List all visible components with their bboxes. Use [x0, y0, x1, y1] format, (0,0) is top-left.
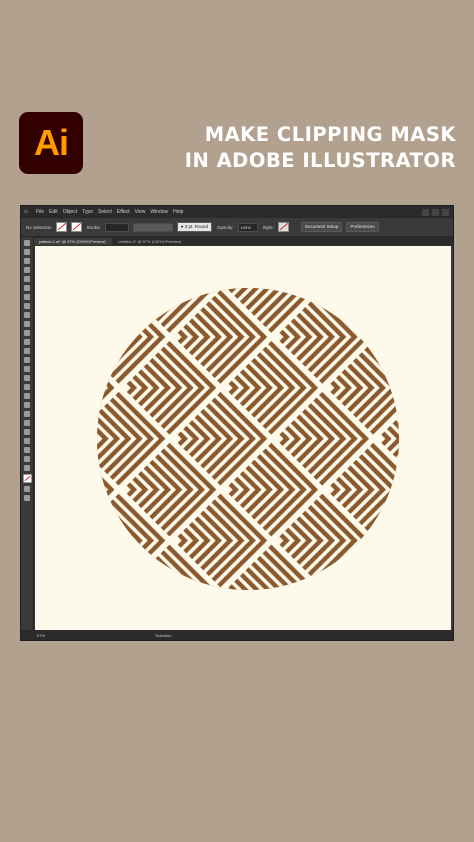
menu-object[interactable]: Object [63, 209, 77, 215]
brush-definition-button[interactable]: ● 3 pt. Round [176, 222, 213, 232]
curvature-tool-icon[interactable] [24, 276, 30, 282]
menu-window[interactable]: Window [150, 209, 168, 215]
stroke-label: Stroke: [86, 224, 101, 230]
tab-untitled-document[interactable]: Untitled-2* @ 67% (CMYK/Preview) [112, 238, 188, 245]
document-setup-button[interactable]: Document Setup [300, 222, 343, 232]
paintbrush-tool-icon[interactable] [24, 312, 30, 318]
maximize-icon[interactable] [432, 208, 439, 216]
current-tool-status: Selection [155, 632, 172, 638]
type-tool-icon[interactable] [24, 285, 30, 291]
menu-view[interactable]: View [135, 209, 146, 215]
free-transform-tool-icon[interactable] [24, 366, 30, 372]
menu-type[interactable]: Type [82, 209, 93, 215]
eraser-tool-icon[interactable] [24, 330, 30, 336]
menu-select[interactable]: Select [98, 209, 112, 215]
screen-mode-icon[interactable] [24, 495, 30, 501]
menu-help[interactable]: Help [173, 209, 183, 215]
document-tabs: pattern-1.ai* @ 67% (CMYK/Preview) Untit… [33, 237, 453, 245]
menu-file[interactable]: File [36, 209, 44, 215]
zoom-tool-icon[interactable] [24, 465, 30, 471]
style-label: Style: [262, 224, 274, 230]
artboard[interactable] [35, 246, 451, 630]
line-tool-icon[interactable] [24, 294, 30, 300]
blend-tool-icon[interactable] [24, 420, 30, 426]
menu-effect[interactable]: Effect [117, 209, 130, 215]
shape-builder-tool-icon[interactable] [24, 375, 30, 381]
logo-text: Ai [34, 122, 69, 163]
magic-wand-tool-icon[interactable] [24, 258, 30, 264]
gradient-tool-icon[interactable] [24, 402, 30, 408]
illustrator-window: ⌂ File Edit Object Type Select Effect Vi… [20, 205, 454, 641]
tools-panel [21, 237, 34, 630]
selection-status: No Selection [26, 224, 52, 230]
zoom-level[interactable]: 67% [37, 633, 45, 638]
preferences-button[interactable]: Preferences [346, 222, 379, 232]
clipped-pattern-artwork[interactable] [35, 246, 451, 630]
minimize-icon[interactable] [422, 208, 429, 216]
status-bar: 67% Selection [21, 630, 453, 640]
stroke-swatch[interactable] [70, 222, 82, 232]
home-icon[interactable]: ⌂ [21, 209, 31, 215]
tab-pattern-document[interactable]: pattern-1.ai* @ 67% (CMYK/Preview) [33, 238, 112, 245]
drawing-modes-icon[interactable] [24, 486, 30, 492]
pencil-tool-icon[interactable] [24, 321, 30, 327]
menu-edit[interactable]: Edit [49, 209, 58, 215]
headline-line-2: IN ADOBE ILLUSTRATOR [184, 149, 456, 172]
menu-bar: ⌂ File Edit Object Type Select Effect Vi… [21, 206, 453, 218]
fill-swatch[interactable] [55, 222, 67, 232]
stroke-weight-field[interactable] [104, 222, 129, 232]
close-icon[interactable] [442, 208, 449, 216]
variable-width-field[interactable] [132, 222, 173, 232]
opacity-field[interactable]: 100% [237, 222, 258, 232]
perspective-grid-tool-icon[interactable] [24, 384, 30, 390]
window-controls [422, 208, 449, 216]
opacity-label: Opacity: [217, 224, 234, 230]
hand-tool-icon[interactable] [24, 456, 30, 462]
direct-selection-tool-icon[interactable] [24, 249, 30, 255]
eyedropper-tool-icon[interactable] [24, 411, 30, 417]
width-tool-icon[interactable] [24, 357, 30, 363]
control-bar: No Selection Stroke: ● 3 pt. Round Opaci… [21, 218, 453, 237]
artboard-tool-icon[interactable] [24, 447, 30, 453]
symbol-sprayer-tool-icon[interactable] [24, 429, 30, 435]
column-graph-tool-icon[interactable] [24, 438, 30, 444]
scroll-edge [451, 246, 453, 630]
headline: MAKE CLIPPING MASK IN ADOBE ILLUSTRATOR [185, 122, 456, 174]
pattern-fill [97, 288, 399, 590]
mesh-tool-icon[interactable] [24, 393, 30, 399]
selection-tool-icon[interactable] [24, 240, 30, 246]
rectangle-tool-icon[interactable] [24, 303, 30, 309]
rotate-tool-icon[interactable] [24, 339, 30, 345]
fill-stroke-icon[interactable] [22, 474, 32, 483]
scale-tool-icon[interactable] [24, 348, 30, 354]
pen-tool-icon[interactable] [24, 267, 30, 273]
illustrator-logo-icon: Ai [19, 112, 83, 174]
style-swatch[interactable] [277, 222, 289, 232]
headline-line-1: MAKE CLIPPING MASK [204, 123, 456, 146]
